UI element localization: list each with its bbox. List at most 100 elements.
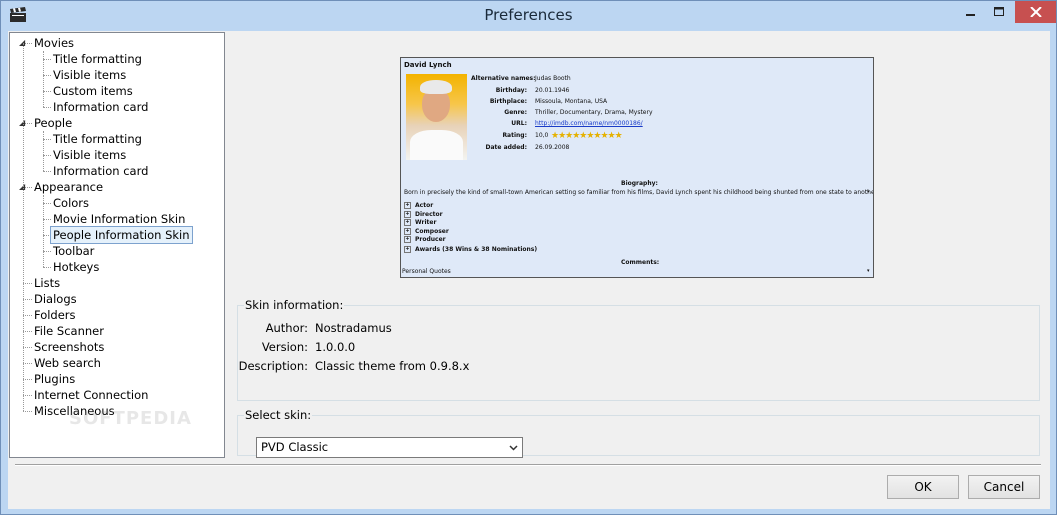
personal-quotes: Personal Quotes (402, 268, 451, 275)
author-label: Author: (265, 321, 308, 335)
expand-icon: + (404, 202, 411, 209)
preview-field-label: Genre: (504, 109, 527, 116)
tree-connector (43, 107, 51, 108)
window-title: Preferences (484, 6, 573, 24)
expand-icon: + (404, 227, 411, 235)
preview-field-value: 20.01.1946 (535, 87, 570, 94)
minimize-button[interactable] (957, 1, 985, 23)
tree-item-web-search[interactable]: Web search (34, 355, 101, 371)
tree-item-movies-title-formatting[interactable]: Title formatting (53, 51, 142, 67)
cancel-button[interactable]: Cancel (968, 475, 1040, 499)
quotes-scroll-icon[interactable]: ▾ (867, 267, 870, 276)
tree-item-file-scanner[interactable]: File Scanner (34, 323, 104, 339)
comments-heading: Comments: (621, 259, 660, 266)
expand-icon: + (404, 210, 411, 218)
tree-connector (43, 219, 51, 220)
select-skin-label: Select skin: (244, 408, 313, 422)
tree-item-people[interactable]: People (34, 115, 72, 131)
tree-item-people-title-formatting[interactable]: Title formatting (53, 131, 142, 147)
tree-item-plugins[interactable]: Plugins (34, 371, 75, 387)
author-value: Nostradamus (315, 321, 392, 335)
tree-item-appearance-hotkeys[interactable]: Hotkeys (53, 259, 99, 275)
select-skin-group: Select skin: PVD Classic (237, 408, 1040, 458)
tree-connector (43, 203, 51, 204)
tree-item-appearance-people-information-skin[interactable]: People Information Skin (50, 226, 193, 244)
tree-connector (23, 379, 32, 380)
tree-item-appearance-colors[interactable]: Colors (53, 195, 89, 211)
preview-role-label: Director (415, 210, 443, 218)
tree-connector (23, 331, 32, 332)
tree-connector (43, 51, 44, 107)
tree-connector (43, 139, 51, 140)
tree-connector (43, 59, 51, 60)
preview-field-label: Rating: (502, 132, 527, 139)
preview-field-value[interactable]: http://imdb.com/name/nm0000186/ (535, 119, 643, 128)
version-value: 1.0.0.0 (315, 340, 356, 354)
tree-item-screenshots[interactable]: Screenshots (34, 339, 104, 355)
tree-item-lists[interactable]: Lists (34, 275, 60, 291)
preview-role-label: Actor (415, 202, 434, 209)
tree-connector (23, 347, 32, 348)
preview-role-label: Writer (415, 219, 437, 226)
tree-item-folders[interactable]: Folders (34, 307, 76, 323)
preview-field-label: Date added: (485, 144, 527, 151)
preview-field-label: URL: (511, 120, 527, 127)
awards-item[interactable]: + Awards (38 Wins & 38 Nominations) (404, 245, 537, 254)
tree-item-appearance-movie-information-skin[interactable]: Movie Information Skin (53, 211, 185, 227)
minimize-icon (966, 14, 975, 16)
tree-item-dialogs[interactable]: Dialogs (34, 291, 77, 307)
preview-field-value: Missoula, Montana, USA (535, 98, 608, 105)
version-label: Version: (261, 340, 308, 354)
tree-item-people-visible-items[interactable]: Visible items (53, 147, 126, 163)
tree-connector (43, 75, 51, 76)
tree-item-people-information-card[interactable]: Information card (53, 163, 148, 179)
chevron-down-icon (509, 438, 518, 464)
close-icon (1029, 7, 1042, 17)
dialog-separator (15, 464, 1041, 466)
preview-field-value: 10,0 (535, 132, 549, 139)
preview-field-label: Birthday: (495, 87, 527, 94)
tree-item-movies-custom-items[interactable]: Custom items (53, 83, 133, 99)
tree-item-appearance[interactable]: Appearance (34, 179, 103, 195)
preview-field-value: Judas Booth (535, 75, 571, 82)
description-value: Classic theme from 0.9.8.x (315, 359, 470, 373)
preview-photo (406, 74, 467, 160)
skin-information-label: Skin information: (244, 298, 345, 312)
preview-field-value: 26.09.2008 (535, 144, 570, 151)
tree-connector (43, 155, 51, 156)
preview-field-label: Birthplace: (489, 98, 527, 105)
rating-stars: ★★★★★★★★★★ (551, 131, 623, 141)
preview-role-label: Composer (415, 227, 449, 235)
skin-select[interactable]: PVD Classic (256, 437, 523, 458)
tree-connector (43, 131, 44, 171)
preview-role-label: Producer (415, 236, 446, 243)
expand-icon: + (404, 219, 411, 226)
tree-item-movies-information-card[interactable]: Information card (53, 99, 148, 115)
tree-connector (23, 363, 32, 364)
tree-item-movies[interactable]: Movies (34, 35, 74, 51)
tree-connector (43, 267, 51, 268)
title-bar[interactable]: Preferences (1, 1, 1056, 31)
biography-heading: Biography: (621, 180, 658, 187)
tree-item-movies-visible-items[interactable]: Visible items (53, 67, 126, 83)
preview-field-value: Thriller, Documentary, Drama, Mystery (535, 109, 653, 116)
tree-connector (43, 171, 51, 172)
ok-button[interactable]: OK (887, 475, 959, 499)
maximize-icon (993, 7, 1004, 16)
biography-scroll-icon[interactable]: ▾ (867, 188, 870, 197)
tree-connector (43, 251, 51, 252)
close-button[interactable] (1015, 1, 1056, 23)
settings-tree[interactable]: ◢ Movies Title formatting Visible items Cust… (9, 32, 225, 458)
maximize-button[interactable] (985, 1, 1013, 23)
tree-item-internet-connection[interactable]: Internet Connection (34, 387, 148, 403)
dialog-client-area: ◢ Movies Title formatting Visible items Cust… (8, 31, 1050, 509)
preview-role-producer[interactable]: + Producer (404, 235, 446, 244)
tree-item-appearance-toolbar[interactable]: Toolbar (53, 243, 94, 259)
preview-person-name: David Lynch (404, 61, 452, 69)
tree-connector (43, 195, 44, 267)
tree-connector (23, 283, 32, 284)
preview-field-label: Alternative names: (471, 75, 536, 82)
watermark: SOFTPEDIA (69, 408, 192, 429)
tree-connector (23, 299, 32, 300)
tree-connector (23, 43, 24, 411)
